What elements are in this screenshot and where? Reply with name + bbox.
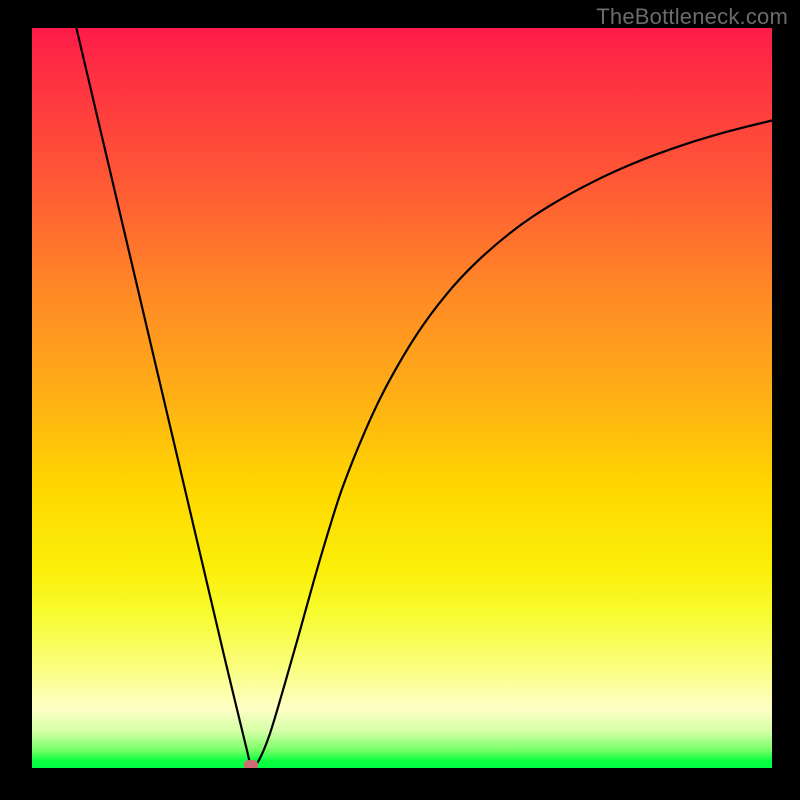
- watermark-text: TheBottleneck.com: [596, 4, 788, 30]
- chart-frame: TheBottleneck.com: [0, 0, 800, 800]
- plot-area: [32, 28, 772, 768]
- curve-layer: [32, 28, 772, 768]
- bottleneck-curve: [76, 28, 772, 767]
- minimum-marker: [244, 760, 258, 768]
